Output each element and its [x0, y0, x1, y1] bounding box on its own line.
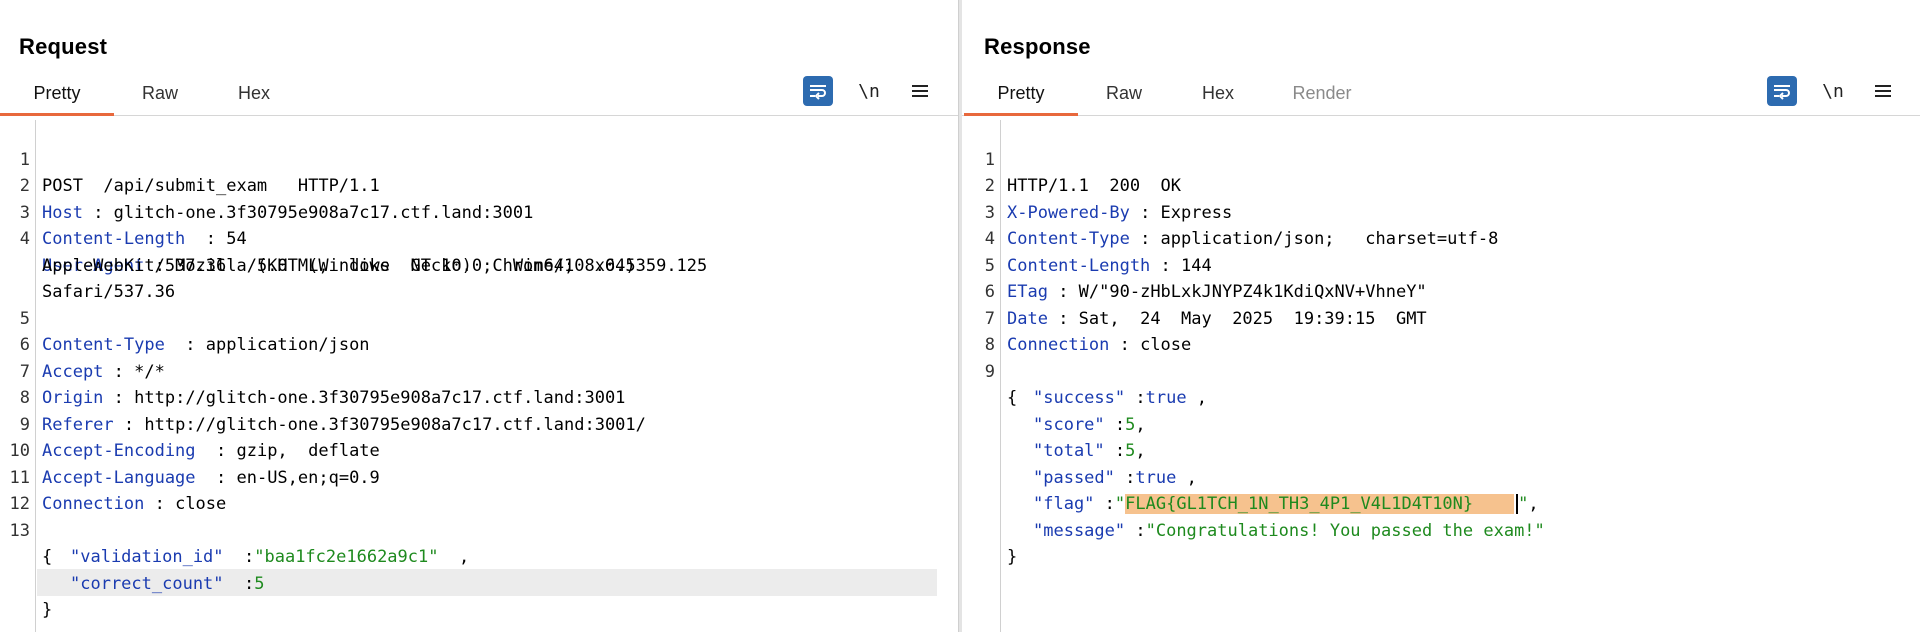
response-header-line: 3 Content-Type : application/json; chars… — [984, 202, 1499, 250]
response-json-field: "success" :true , — [1033, 388, 1208, 408]
response-json-field-flag: "flag" :"FLAG{GL1TCH_1N_TH3_4P1_V4L1D4T1… — [1033, 494, 1539, 514]
request-json-field: "correct_count" :5 — [70, 573, 265, 594]
request-json-field: "validation_id" :"baa1fc2e1662a9c1" , — [70, 547, 470, 567]
request-tab-pretty[interactable]: Pretty — [0, 76, 114, 116]
response-json-field: "message" :"Congratulations! You passed … — [1033, 520, 1545, 541]
request-header-line: 2 Host : glitch-one.3f30795e908a7c17.ctf… — [19, 176, 534, 223]
response-menu-button[interactable] — [1868, 76, 1898, 106]
request-header-line: 9 Accept-Encoding : gzip, deflate — [19, 414, 380, 462]
response-pane: Response Pretty Raw Hex Render \n 1 HTTP… — [962, 0, 1920, 632]
response-wrap-button[interactable] — [1767, 76, 1797, 106]
response-json-field: "score" :5, — [1033, 414, 1146, 435]
request-header-line: 6 Accept : */* — [19, 335, 165, 382]
request-header-continuation: Safari/537.36 — [42, 282, 176, 302]
response-newline-toggle[interactable]: \n — [1818, 76, 1848, 106]
word-wrap-icon — [1774, 85, 1790, 100]
response-tab-hex[interactable]: Hex — [1190, 76, 1246, 116]
response-editor[interactable]: 1 HTTP/1.1 200 OK 2 X-Powered-By : Expre… — [962, 120, 1920, 632]
request-blank-line: 12 — [9, 494, 30, 514]
response-header-line: 5 ETag : W/"90-zHbLxkJNYPZ4k1KdiQxNV+Vhn… — [984, 255, 1427, 303]
request-line: 1 POST /api/submit_exam HTTP/1.1 — [19, 149, 380, 197]
response-tab-render: Render — [1292, 83, 1352, 103]
request-wrap-button[interactable] — [803, 76, 833, 106]
request-header-line: 7 Origin : http://glitch-one.3f30795e908… — [19, 361, 626, 409]
response-blank-line: 8 — [984, 335, 995, 355]
response-header-line: 6 Date : Sat, 24 May 2025 19:39:15 GMT — [984, 282, 1427, 329]
response-json-field: "total" :5, — [1033, 441, 1146, 461]
response-json-field: "passed" :true , — [1033, 467, 1197, 488]
request-header-continuation: AppleWebKit/537.36 (KHTML, like Gecko) C… — [42, 255, 708, 276]
request-newline-toggle[interactable]: \n — [854, 76, 884, 106]
response-tab-pretty[interactable]: Pretty — [964, 76, 1078, 116]
request-header-line: 10 Accept-Language : en-US,en;q=0.9 — [9, 441, 380, 488]
response-body-line: } — [1007, 547, 1018, 567]
hamburger-menu-icon — [1875, 85, 1891, 97]
request-editor[interactable]: 1 POST /api/submit_exam HTTP/1.1 2 Host … — [0, 120, 958, 632]
request-header-line: 4 User-Agent : Mozilla/5.0 (Windows NT 1… — [19, 229, 636, 276]
hamburger-menu-icon — [912, 85, 928, 97]
request-menu-button[interactable] — [905, 76, 935, 106]
response-status-line: 1 HTTP/1.1 200 OK — [984, 149, 1181, 197]
request-pane: Request Pretty Raw Hex \n 1 POST /api/su… — [0, 0, 958, 632]
response-tab-raw[interactable]: Raw — [1094, 76, 1154, 116]
request-body-line: 13 { — [9, 520, 53, 568]
word-wrap-icon — [810, 85, 826, 100]
request-tab-raw[interactable]: Raw — [130, 76, 190, 116]
response-header-line: 7 Connection : close — [984, 308, 1192, 356]
response-body-line: 9 { — [984, 361, 1018, 409]
response-header-line: 2 X-Powered-By : Express — [984, 176, 1233, 223]
request-header-line: 11 Connection : close — [9, 467, 227, 515]
response-header-line: 4 Content-Length : 144 — [984, 229, 1212, 276]
response-title: Response — [984, 34, 1091, 59]
request-header-line: 3 Content-Length : 54 — [19, 202, 247, 250]
request-title: Request — [19, 34, 108, 59]
request-header-line: 5 Content-Type : application/json — [19, 308, 370, 356]
request-header-line: 8 Referer : http://glitch-one.3f30795e90… — [19, 388, 646, 435]
request-body-line: } — [42, 600, 53, 620]
request-tab-hex[interactable]: Hex — [226, 76, 282, 116]
